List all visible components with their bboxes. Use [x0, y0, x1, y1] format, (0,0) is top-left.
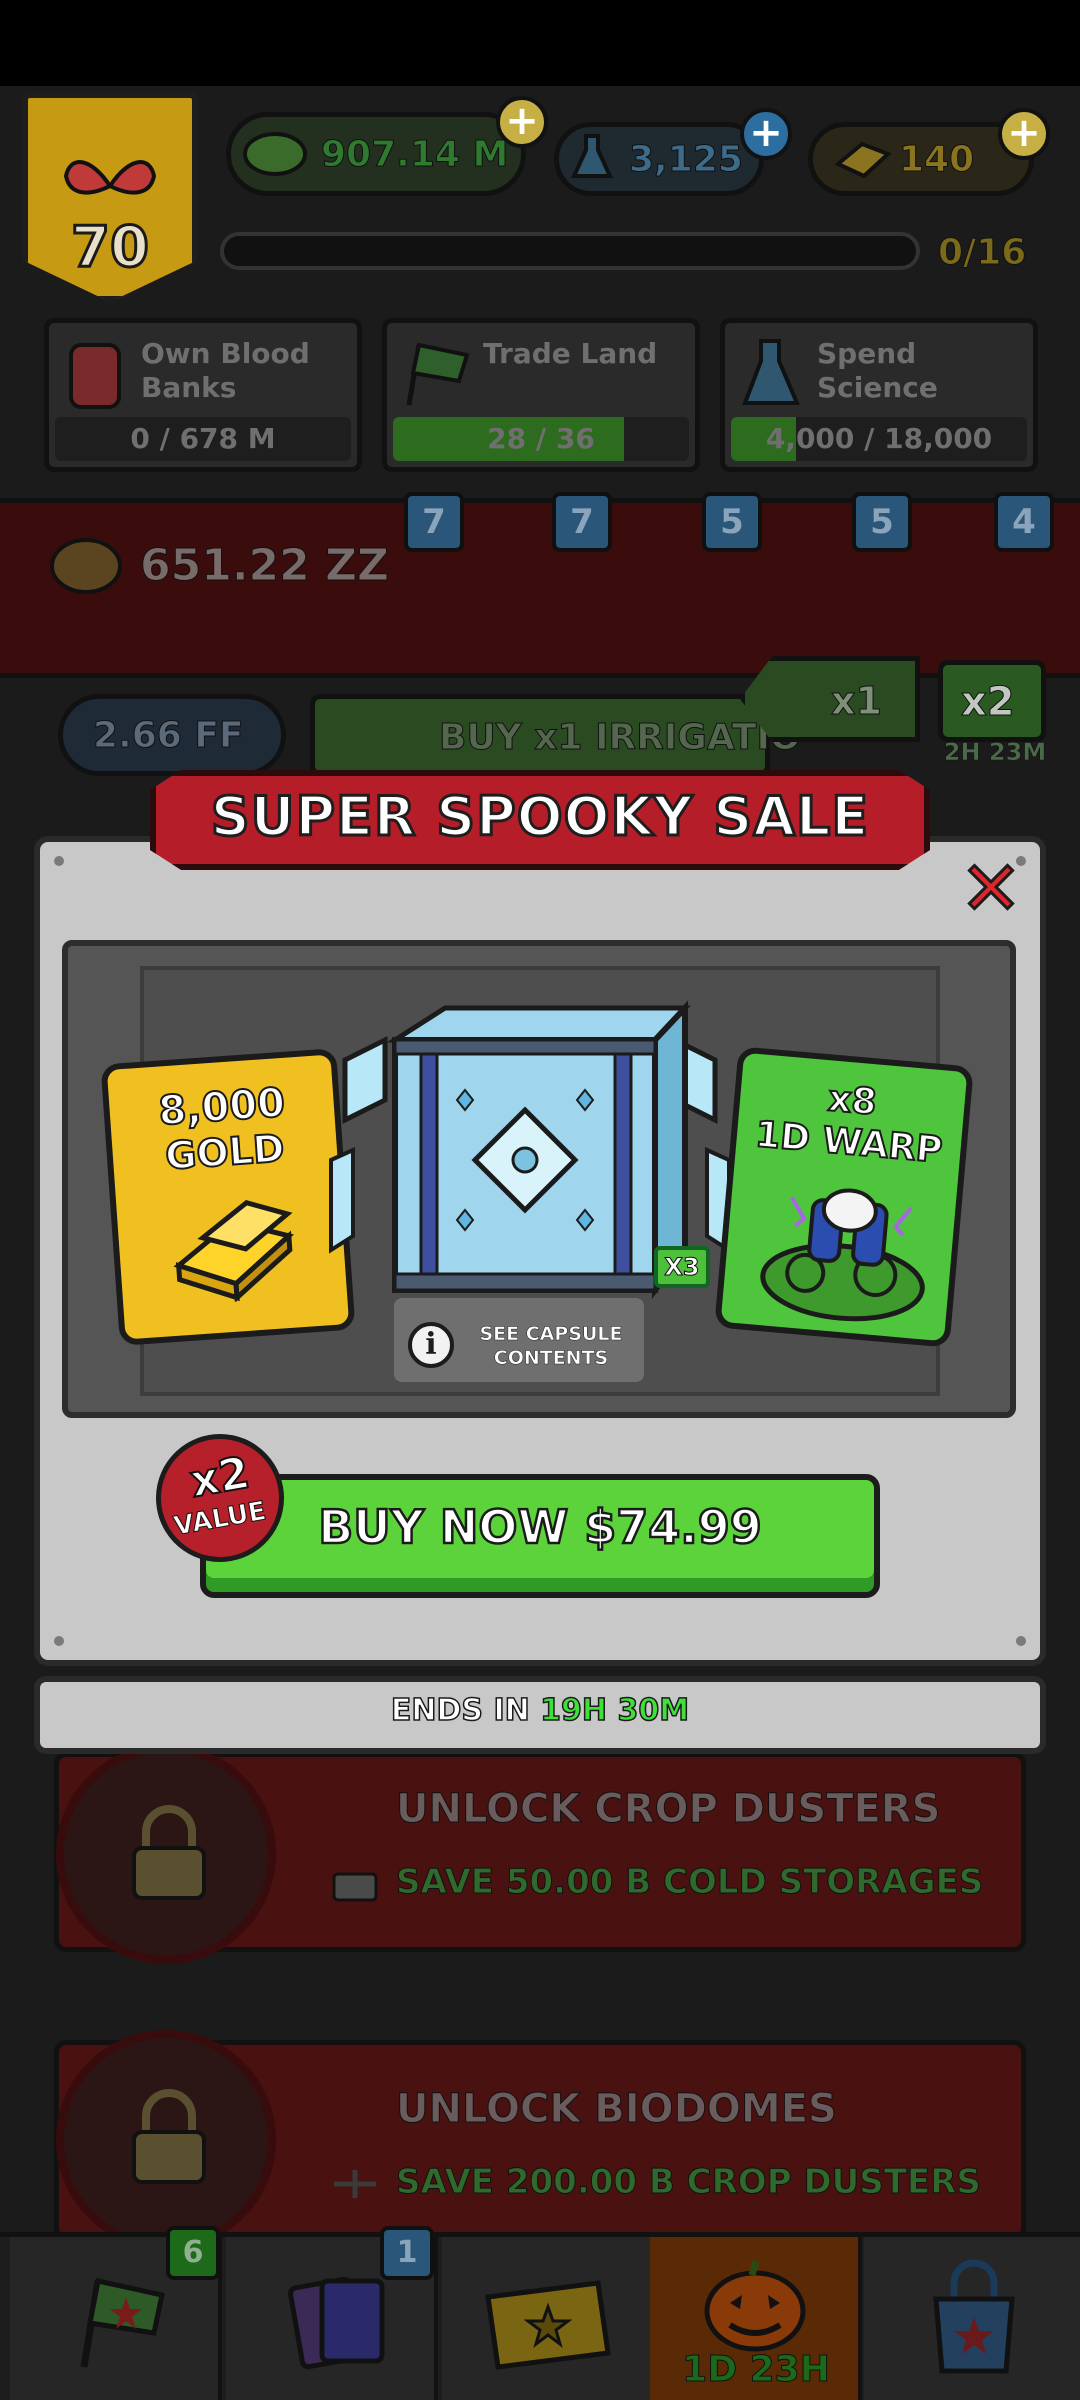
- player-level: 70: [70, 214, 151, 282]
- ends-hours: 19H: [539, 1692, 608, 1729]
- gold-value: 140: [898, 138, 975, 180]
- blood-bag-icon: [69, 343, 121, 409]
- nav-shop-tab[interactable]: [864, 2237, 1080, 2400]
- cards-icon: [287, 2276, 385, 2370]
- add-cash-button[interactable]: +: [496, 96, 548, 148]
- unlock-subtitle: SAVE 200.00 B CROP DUSTERS: [396, 2162, 982, 2203]
- multiplier-label: x1: [831, 679, 883, 724]
- warp-bag-icon: [760, 1188, 925, 1322]
- upgrade-badge: 5: [852, 492, 912, 552]
- quest-trade-land[interactable]: Trade Land 28 / 36: [382, 318, 700, 472]
- ends-label: ENDS IN: [390, 1692, 530, 1729]
- ends-minutes: 30M: [617, 1692, 690, 1729]
- level-progress-text: 0/16: [937, 232, 1027, 274]
- unlock-subtitle: SAVE 50.00 B COLD STORAGES: [395, 1862, 984, 1903]
- boost-button[interactable]: x2: [938, 660, 1046, 742]
- event-timer: 1D 23H: [682, 2349, 831, 2391]
- add-science-button[interactable]: +: [740, 108, 792, 160]
- upgrade-badge: 5: [702, 492, 762, 552]
- quest-progress: 28 / 36: [393, 417, 689, 461]
- chest-count-badge: X3: [654, 1246, 710, 1288]
- upgrade-badge: 7: [404, 492, 464, 552]
- level-progress-bar: [220, 232, 920, 270]
- info-icon: i: [408, 1322, 454, 1368]
- close-button[interactable]: ✕: [958, 851, 1024, 928]
- warp-reward-card: x8 1D WARP: [714, 1046, 974, 1348]
- quest-title: Trade Land: [483, 337, 658, 370]
- flask-icon: [742, 339, 801, 405]
- upgrade-badge: 4: [994, 492, 1054, 552]
- cash-value: 907.14 M: [320, 133, 509, 175]
- potato-icon: [50, 538, 122, 594]
- gold-reward-card: 8,000 GOLD: [100, 1048, 356, 1346]
- gold-bar-icon: [834, 141, 892, 179]
- farm-value: 651.22 ZZ: [140, 540, 390, 592]
- cost-value: 2.66 FF: [93, 715, 245, 757]
- unlock-title: UNLOCK BIODOMES: [396, 2086, 838, 2133]
- add-gold-button[interactable]: +: [998, 108, 1050, 160]
- boost-timer: 2H 23M: [943, 738, 1047, 767]
- science-value: 3,125: [629, 138, 744, 180]
- pumpkin-icon: [704, 2260, 806, 2352]
- nav-ticket-tab[interactable]: [442, 2237, 654, 2400]
- flag-badge: 6: [166, 2226, 220, 2280]
- flag-icon: [406, 342, 470, 406]
- buy-irrigation-label: BUY x1 IRRIGATIO: [438, 717, 801, 759]
- flask-icon: [570, 134, 614, 178]
- flag-icon: [80, 2278, 165, 2368]
- cards-badge: 1: [380, 2226, 434, 2280]
- close-x-icon: ✕: [958, 846, 1023, 932]
- sale-timer: ENDS IN 19H 30M: [34, 1692, 1046, 1729]
- nav-event-tab[interactable]: 1D 23H: [650, 2237, 862, 2400]
- padlock-icon: [132, 1805, 206, 1900]
- crop-duster-icon: [334, 2170, 376, 2198]
- quest-title: Spend Science: [817, 337, 938, 404]
- buy-irrigation-button[interactable]: BUY x1 IRRIGATIO: [310, 694, 801, 776]
- cold-storage-icon: [332, 1872, 378, 1902]
- quest-progress: 4,000 / 18,000: [731, 417, 1027, 461]
- shop-bag-icon: [933, 2259, 1015, 2374]
- cost-pill: 2.66 FF: [58, 694, 286, 776]
- ticket-icon: [485, 2280, 611, 2370]
- wings-icon: [63, 160, 157, 195]
- modal-title: SUPER SPOOKY SALE: [209, 784, 870, 850]
- boost-label: x2: [961, 679, 1016, 726]
- padlock-icon: [132, 2089, 206, 2184]
- unlock-title: UNLOCK CROP DUSTERS: [395, 1786, 941, 1833]
- see-capsule-contents-label: SEE CAPSULE CONTENTS: [479, 1323, 623, 1370]
- gold-bars-icon: [173, 1199, 295, 1303]
- cash-icon: [243, 132, 307, 176]
- multiplier-tag[interactable]: x1: [740, 656, 920, 742]
- quest-title: Own Blood Banks: [141, 337, 310, 404]
- bottom-nav: 1D 23H: [0, 2232, 1080, 2400]
- quest-spend-science[interactable]: Spend Science 4,000 / 18,000: [720, 318, 1038, 472]
- quest-own-blood-banks[interactable]: Own Blood Banks 0 / 678 M: [44, 318, 362, 472]
- upgrade-badge: 7: [552, 492, 612, 552]
- quest-progress: 0 / 678 M: [55, 417, 351, 461]
- buy-now-label: BUY NOW $74.99: [317, 1499, 763, 1556]
